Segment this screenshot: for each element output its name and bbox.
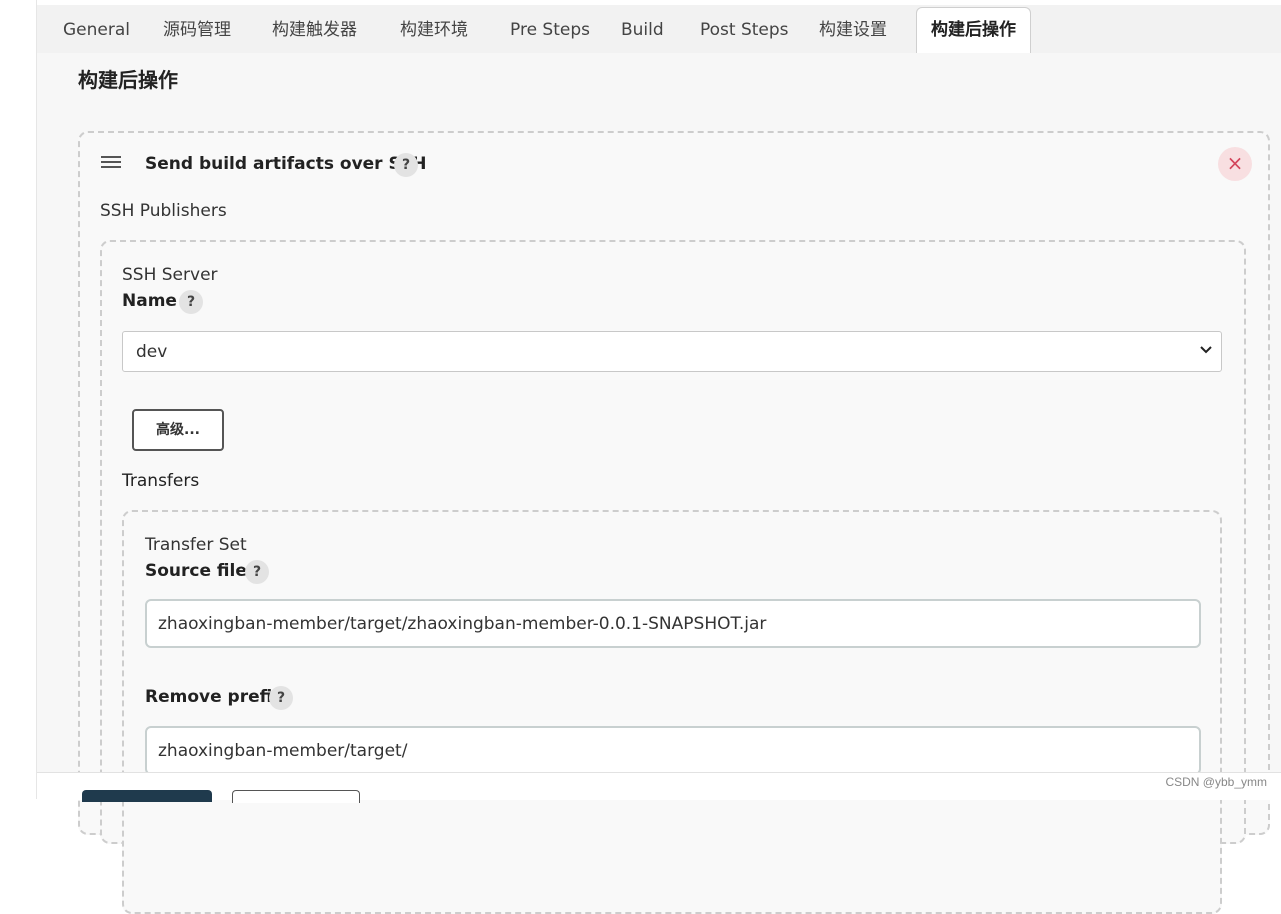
remove-prefix-label: Remove prefix xyxy=(145,687,284,707)
advanced-button[interactable]: 高级... xyxy=(132,409,224,451)
source-files-label: Source files xyxy=(145,561,258,581)
tab-build-settings[interactable]: 构建设置 xyxy=(819,5,887,52)
tab-post-build-actions[interactable]: 构建后操作 xyxy=(916,7,1031,53)
bottom-action-bar xyxy=(37,772,1281,803)
name-help-icon[interactable]: ? xyxy=(179,290,203,314)
ssh-publishers-label: SSH Publishers xyxy=(100,201,227,221)
tab-general[interactable]: General xyxy=(63,5,130,52)
main-panel: General 源码管理 构建触发器 构建环境 Pre Steps Build … xyxy=(37,0,1281,914)
remove-prefix-input[interactable]: zhaoxingban-member/target/ xyxy=(145,726,1201,775)
config-tabs: General 源码管理 构建触发器 构建环境 Pre Steps Build … xyxy=(37,5,1281,53)
source-files-help-icon[interactable]: ? xyxy=(245,560,269,584)
ssh-server-label: SSH Server xyxy=(122,265,218,285)
transfers-label: Transfers xyxy=(122,471,200,491)
tab-build[interactable]: Build xyxy=(621,5,664,52)
transfer-set-label: Transfer Set xyxy=(145,535,247,555)
remove-prefix-help-icon[interactable]: ? xyxy=(269,686,293,710)
tab-build-triggers[interactable]: 构建触发器 xyxy=(272,5,357,52)
name-label: Name xyxy=(122,291,177,311)
transfer-set-card xyxy=(122,510,1222,914)
source-files-input[interactable]: zhaoxingban-member/target/zhaoxingban-me… xyxy=(145,599,1201,648)
tab-post-steps[interactable]: Post Steps xyxy=(700,5,789,52)
apply-button[interactable] xyxy=(232,790,360,803)
chevron-down-icon xyxy=(1199,339,1213,365)
step-help-icon[interactable]: ? xyxy=(394,153,418,177)
select-value: dev xyxy=(136,342,168,362)
remove-prefix-value: zhaoxingban-member/target/ xyxy=(158,741,408,761)
tab-source-management[interactable]: 源码管理 xyxy=(163,5,231,52)
watermark-text: CSDN @ybb_ymm xyxy=(1165,775,1267,789)
section-title: 构建后操作 xyxy=(78,68,178,92)
drag-handle-icon[interactable] xyxy=(101,156,121,170)
save-button[interactable] xyxy=(82,790,212,802)
step-title: Send build artifacts over SSH xyxy=(145,154,427,174)
tab-pre-steps[interactable]: Pre Steps xyxy=(510,5,590,52)
ssh-server-name-select[interactable]: dev xyxy=(122,331,1222,372)
tab-build-environment[interactable]: 构建环境 xyxy=(400,5,468,52)
left-sidebar-edge xyxy=(0,0,37,799)
close-icon[interactable]: × xyxy=(1218,147,1252,181)
source-files-value: zhaoxingban-member/target/zhaoxingban-me… xyxy=(158,614,767,634)
